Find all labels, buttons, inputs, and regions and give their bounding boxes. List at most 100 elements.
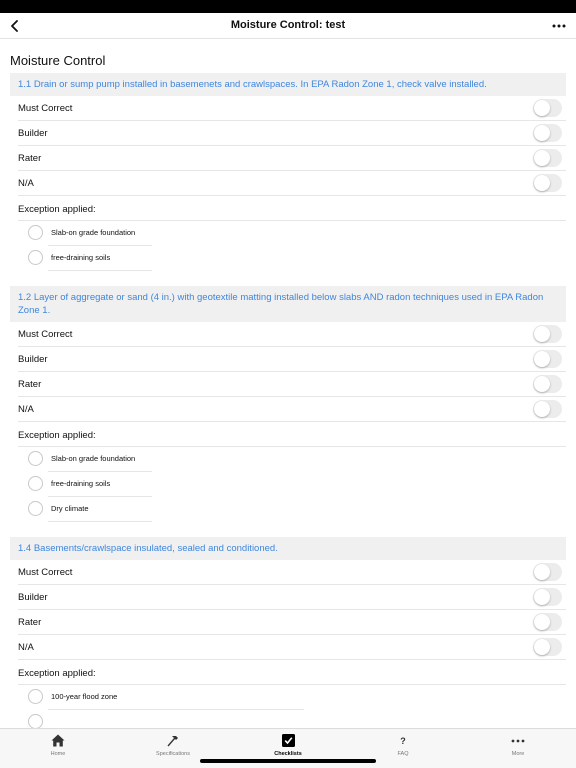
- nav-title: Moisture Control: test: [230, 19, 346, 31]
- toggle-label: Must Correct: [18, 103, 73, 114]
- toggle-knob: [534, 175, 550, 191]
- section-title: 1.1 Drain or sump pump installed in base…: [10, 73, 566, 96]
- status-bar: [0, 0, 576, 13]
- tab-specifications[interactable]: Specifications: [143, 733, 203, 759]
- toggle-label: N/A: [18, 404, 34, 415]
- radio-button[interactable]: [28, 689, 43, 704]
- must-correct-toggle[interactable]: [533, 563, 562, 581]
- checkbox-icon: [281, 734, 295, 747]
- checklist-section: 1.1 Drain or sump pump installed in base…: [10, 73, 566, 271]
- toggle-label: Builder: [18, 354, 48, 365]
- tab-home[interactable]: Home: [28, 733, 88, 759]
- radio-button[interactable]: [28, 714, 43, 728]
- exception-option[interactable]: 100-year flood zone: [28, 685, 566, 710]
- toggle-row-rater: Rater: [18, 610, 566, 635]
- toggle-label: Rater: [18, 617, 42, 628]
- back-button[interactable]: [6, 17, 24, 35]
- radio-button[interactable]: [28, 451, 43, 466]
- more-options-button[interactable]: [548, 17, 570, 35]
- exception-option-label: Dry climate: [51, 504, 89, 513]
- radio-button[interactable]: [28, 476, 43, 491]
- exception-heading: Exception applied:: [18, 660, 566, 685]
- toggle-label: N/A: [18, 178, 34, 189]
- tab-label: Specifications: [156, 751, 190, 757]
- must-correct-toggle[interactable]: [533, 325, 562, 343]
- toggle-row-rater: Rater: [18, 372, 566, 397]
- exception-label: Exception applied:: [18, 430, 96, 441]
- tab-faq[interactable]: ? FAQ: [373, 733, 433, 759]
- toggle-knob: [534, 564, 550, 580]
- toggle-knob: [534, 639, 550, 655]
- exception-heading: Exception applied:: [18, 196, 566, 221]
- toggle-row-builder: Builder: [18, 121, 566, 146]
- section-title: 1.4 Basements/crawlspace insulated, seal…: [10, 537, 566, 560]
- toggle-label: Builder: [18, 592, 48, 603]
- section-title: 1.2 Layer of aggregate or sand (4 in.) w…: [10, 286, 566, 322]
- home-icon: [51, 734, 65, 747]
- toggle-row-builder: Builder: [18, 347, 566, 372]
- toggle-row-must-correct: Must Correct: [18, 96, 566, 121]
- home-indicator[interactable]: [200, 759, 376, 763]
- tab-label: Checklists: [274, 751, 302, 757]
- builder-toggle[interactable]: [533, 350, 562, 368]
- must-correct-toggle[interactable]: [533, 99, 562, 117]
- more-icon: [511, 739, 525, 742]
- toggle-row-must-correct: Must Correct: [18, 560, 566, 585]
- na-toggle[interactable]: [533, 400, 562, 418]
- hammer-icon: [167, 735, 178, 746]
- checklist-section: 1.4 Basements/crawlspace insulated, seal…: [10, 537, 566, 728]
- exception-option-label: free-draining soils: [51, 253, 111, 262]
- tab-label: More: [511, 751, 525, 757]
- toggle-label: Rater: [18, 153, 42, 164]
- exception-option-label: 100-year flood zone: [51, 692, 118, 701]
- na-toggle[interactable]: [533, 174, 562, 192]
- exception-label: Exception applied:: [18, 668, 96, 679]
- rater-toggle[interactable]: [533, 375, 562, 393]
- radio-button[interactable]: [28, 501, 43, 516]
- exception-label: Exception applied:: [18, 204, 96, 215]
- toggle-knob: [534, 125, 550, 141]
- toggle-row-builder: Builder: [18, 585, 566, 610]
- checklist-content[interactable]: Moisture Control 1.1 Drain or sump pump …: [0, 40, 576, 728]
- toggle-row-na: N/A: [18, 171, 566, 196]
- tab-label: Home: [50, 751, 66, 757]
- exception-option[interactable]: Slab-on grade foundation: [28, 447, 566, 472]
- toggle-knob: [534, 150, 550, 166]
- toggle-knob: [534, 326, 550, 342]
- toggle-knob: [534, 100, 550, 116]
- toggle-row-na: N/A: [18, 397, 566, 422]
- ellipsis-icon: [552, 24, 566, 28]
- toggle-knob: [534, 614, 550, 630]
- divider: [48, 270, 152, 271]
- toggle-knob: [534, 376, 550, 392]
- radio-button[interactable]: [28, 250, 43, 265]
- checklist-section: 1.2 Layer of aggregate or sand (4 in.) w…: [10, 286, 566, 522]
- builder-toggle[interactable]: [533, 588, 562, 606]
- exception-option-label: Slab-on grade foundation: [51, 228, 136, 237]
- page-title: Moisture Control: [10, 53, 106, 68]
- exception-option[interactable]: Slab-on grade foundation: [28, 221, 566, 246]
- exception-heading: Exception applied:: [18, 422, 566, 447]
- toggle-row-rater: Rater: [18, 146, 566, 171]
- na-toggle[interactable]: [533, 638, 562, 656]
- exception-option[interactable]: free-draining soils: [28, 472, 566, 497]
- toggle-knob: [534, 589, 550, 605]
- chevron-left-icon: [11, 20, 18, 32]
- exception-option[interactable]: Dry climate: [28, 497, 566, 522]
- exception-option[interactable]: free-draining soils: [28, 246, 566, 271]
- rater-toggle[interactable]: [533, 149, 562, 167]
- rater-toggle[interactable]: [533, 613, 562, 631]
- toggle-label: Rater: [18, 379, 42, 390]
- tab-checklists[interactable]: Checklists: [258, 733, 318, 759]
- toggle-label: Must Correct: [18, 329, 73, 340]
- toggle-row-must-correct: Must Correct: [18, 322, 566, 347]
- exception-option-partial[interactable]: [28, 710, 566, 728]
- toggle-row-na: N/A: [18, 635, 566, 660]
- radio-button[interactable]: [28, 225, 43, 240]
- tab-label: FAQ: [397, 751, 409, 757]
- toggle-label: Builder: [18, 128, 48, 139]
- tab-more[interactable]: More: [488, 733, 548, 759]
- exception-option-label: Slab-on grade foundation: [51, 454, 136, 463]
- builder-toggle[interactable]: [533, 124, 562, 142]
- divider: [48, 521, 152, 522]
